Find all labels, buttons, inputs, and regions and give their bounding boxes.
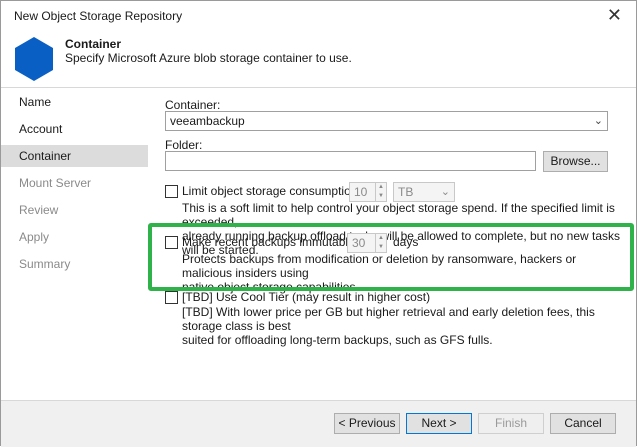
cool-tier-label: [TBD] Use Cool Tier (may result in highe… (182, 290, 431, 304)
limit-value-stepper: 10 ▲ ▼ (349, 182, 387, 202)
sidebar-item-label: Review (19, 203, 59, 217)
limit-unit: TB (398, 185, 414, 199)
title-bar: New Object Storage Repository ✕ (1, 1, 636, 29)
sidebar-item-container[interactable]: Container (1, 145, 148, 167)
limit-consumption-checkbox[interactable] (165, 185, 178, 198)
highlight-annotation-box (148, 223, 634, 291)
wizard-footer: < Previous Next > Finish Cancel (1, 401, 636, 447)
chevron-down-icon: ⌄ (593, 115, 603, 127)
chevron-down-icon: ⌄ (440, 186, 450, 198)
sidebar-item-name[interactable]: Name (1, 91, 148, 113)
step-title: Container (65, 37, 122, 51)
sidebar-item-summary: Summary (1, 253, 148, 275)
step-subtitle: Specify Microsoft Azure blob storage con… (65, 51, 352, 65)
container-value: veeambackup (170, 114, 245, 128)
wizard-steps-sidebar: Name Account Container Mount Server Revi… (1, 88, 148, 400)
window-title: New Object Storage Repository (14, 9, 183, 23)
sidebar-item-label: Name (19, 95, 52, 109)
previous-button[interactable]: < Previous (334, 413, 400, 434)
container-label: Container: (165, 98, 221, 112)
sidebar-item-label: Mount Server (19, 176, 92, 190)
close-icon[interactable]: ✕ (607, 5, 622, 25)
container-select[interactable]: veeambackup ⌄ (165, 111, 608, 131)
cool-tier-description: [TBD] With lower price per GB but higher… (182, 305, 627, 347)
limit-consumption-label: Limit object storage consumption to: (182, 184, 375, 198)
folder-label: Folder: (165, 138, 203, 152)
finish-button: Finish (478, 413, 544, 434)
cool-tier-description-line: [TBD] With lower price per GB but higher… (182, 305, 595, 333)
sidebar-item-label: Account (19, 122, 63, 136)
cool-tier-checkbox[interactable] (165, 291, 178, 304)
sidebar-item-label: Container (19, 149, 72, 163)
sidebar-item-label: Summary (19, 257, 71, 271)
sidebar-item-apply: Apply (1, 226, 148, 248)
wizard-header: Container Specify Microsoft Azure blob s… (1, 29, 636, 87)
cancel-button[interactable]: Cancel (550, 413, 616, 434)
folder-input[interactable] (165, 151, 536, 171)
dialog-window: New Object Storage Repository ✕ Containe… (0, 0, 637, 447)
limit-value: 10 (354, 185, 368, 199)
sidebar-item-account[interactable]: Account (1, 118, 148, 140)
spin-arrows-icon: ▲ ▼ (375, 183, 386, 201)
sidebar-item-review: Review (1, 199, 148, 221)
cool-tier-description-line: suited for offloading long-term backups,… (182, 333, 493, 347)
next-button[interactable]: Next > (406, 413, 472, 434)
sidebar-item-mount-server: Mount Server (1, 172, 148, 194)
hexagon-icon (15, 37, 53, 81)
browse-button[interactable]: Browse... (543, 151, 608, 172)
sidebar-item-label: Apply (19, 230, 50, 244)
limit-unit-select: TB ⌄ (393, 182, 455, 202)
